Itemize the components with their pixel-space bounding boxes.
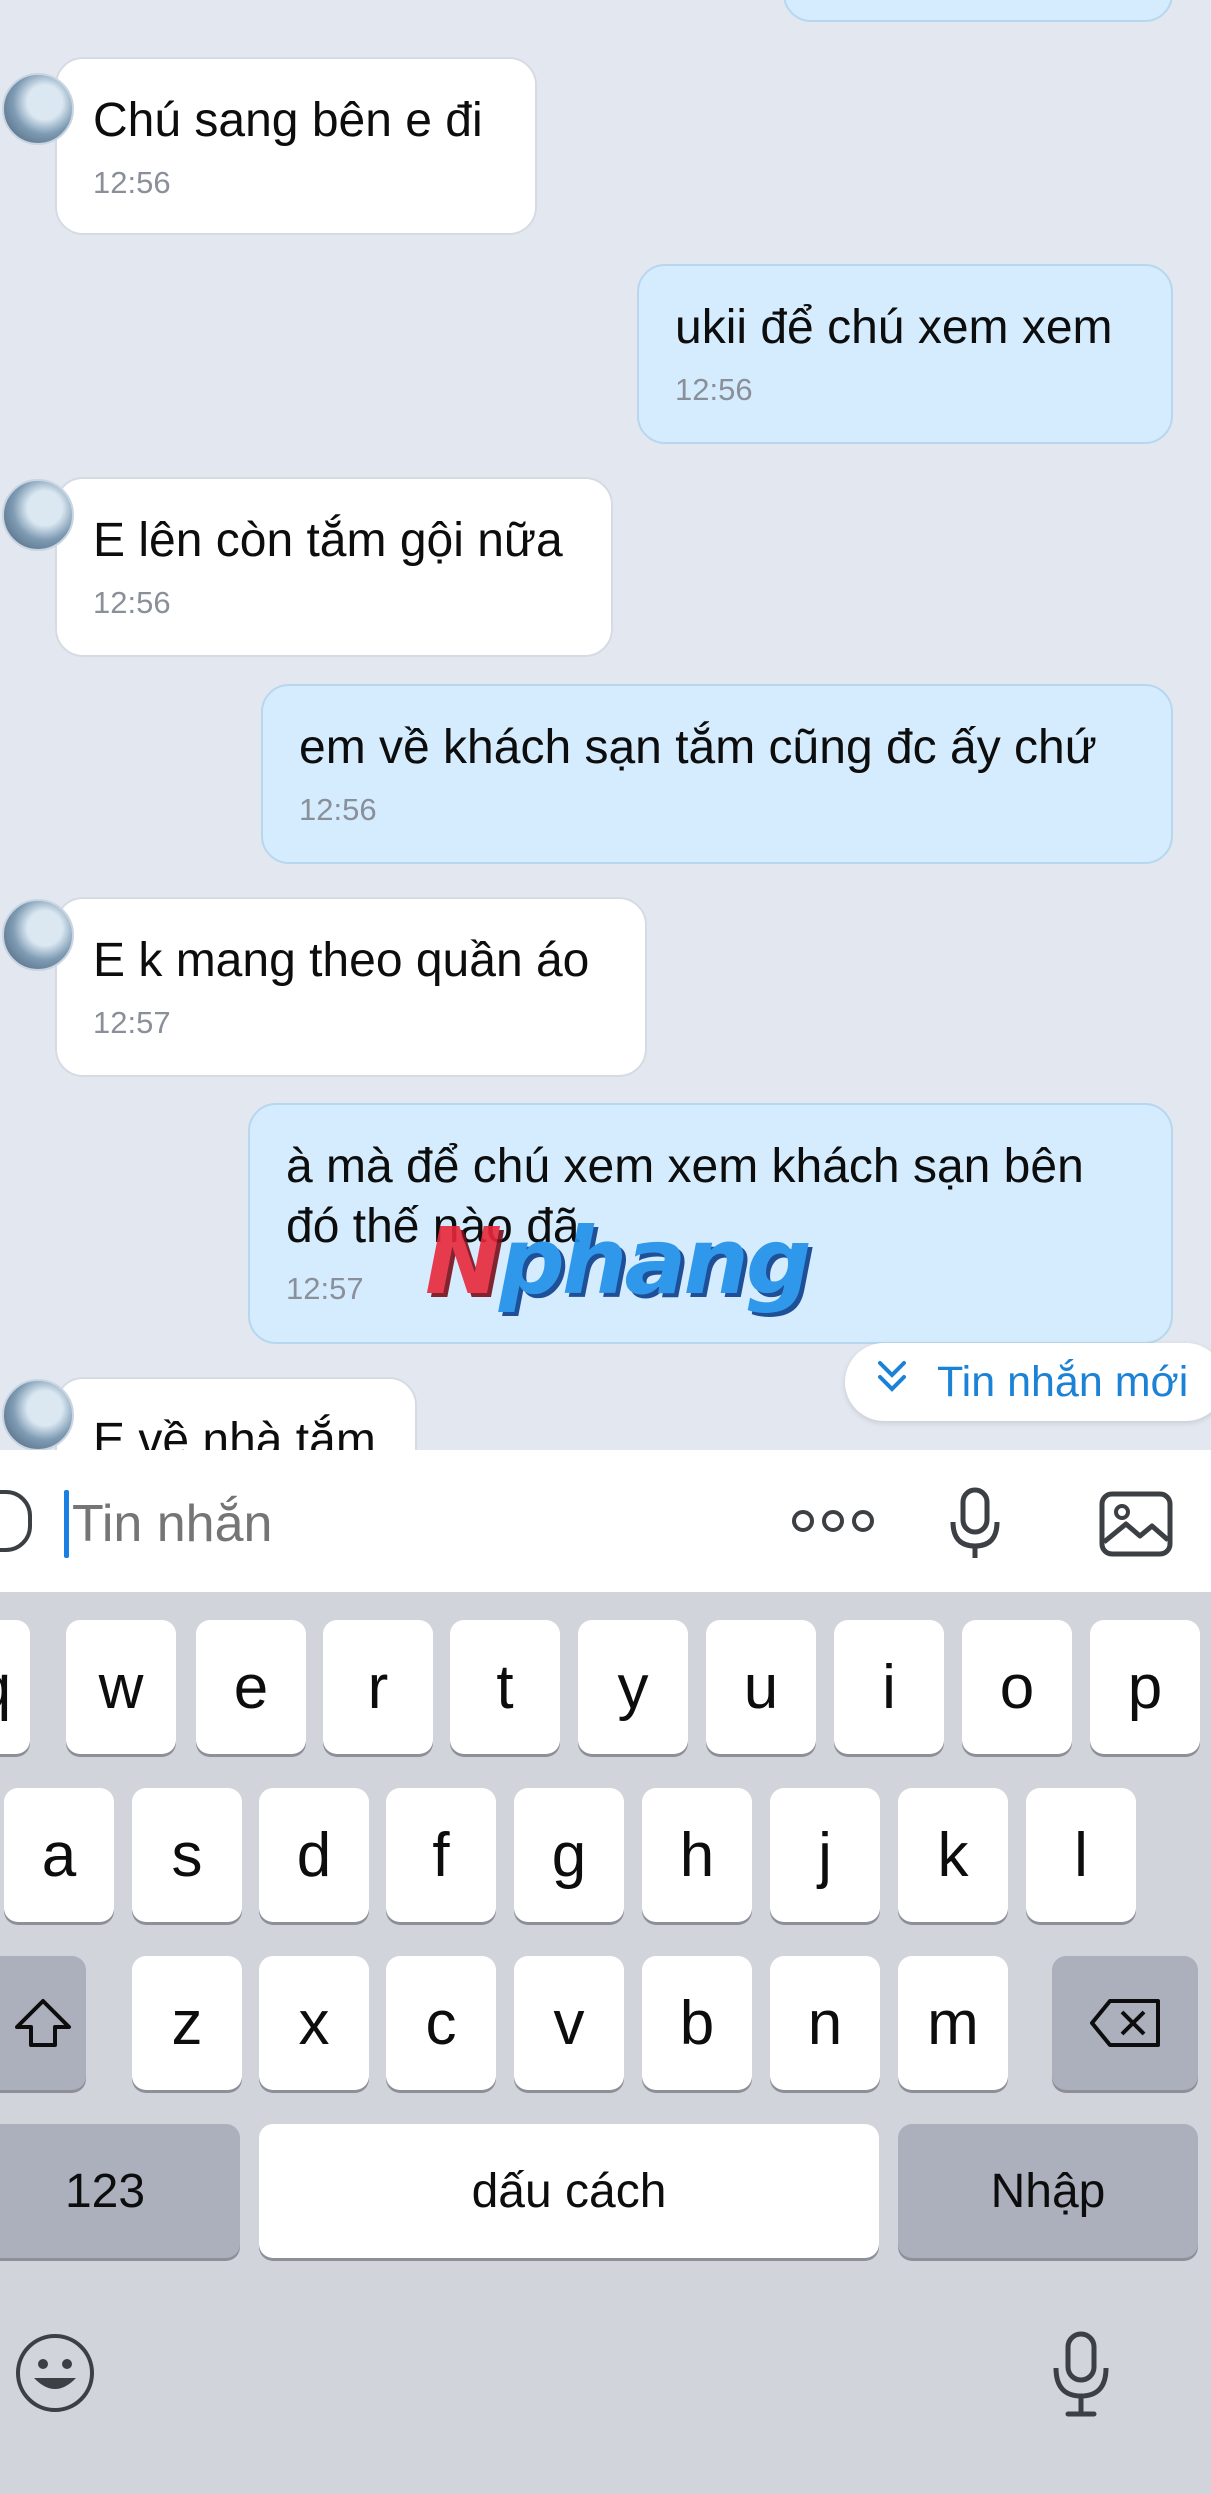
message-time: 12:56: [675, 372, 753, 407]
key-g[interactable]: g: [514, 1788, 624, 1922]
microphone-icon[interactable]: [945, 1486, 1005, 1567]
message-text: Chú sang bên e đi: [93, 94, 483, 147]
image-gallery-icon[interactable]: [1098, 1490, 1174, 1563]
key-c[interactable]: c: [386, 1956, 496, 2090]
message-text: em về khách sạn tắm cũng đc ấy chứ: [299, 721, 1097, 774]
contact-avatar[interactable]: [2, 899, 74, 971]
backspace-key[interactable]: [1052, 1956, 1198, 2090]
new-messages-label: Tin nhắn mới: [937, 1357, 1189, 1406]
key-j[interactable]: j: [770, 1788, 880, 1922]
numbers-key[interactable]: 123: [0, 2124, 240, 2258]
key-x[interactable]: x: [259, 1956, 369, 2090]
message-outgoing[interactable]: em về khách sạn tắm cũng đc ấy chứ 12:56: [261, 684, 1173, 864]
key-i[interactable]: i: [834, 1620, 944, 1754]
message-text: E về nhà tắm: [93, 1414, 376, 1450]
key-h[interactable]: h: [642, 1788, 752, 1922]
backspace-icon: [1090, 1999, 1160, 2047]
key-s[interactable]: s: [132, 1788, 242, 1922]
key-p[interactable]: p: [1090, 1620, 1200, 1754]
key-u[interactable]: u: [706, 1620, 816, 1754]
return-key[interactable]: Nhập: [898, 2124, 1198, 2258]
new-messages-button[interactable]: Tin nhắn mới: [845, 1343, 1211, 1421]
key-k[interactable]: k: [898, 1788, 1008, 1922]
key-y[interactable]: y: [578, 1620, 688, 1754]
message-text-line-1: à mà để chú xem xem khách sạn bên: [286, 1140, 1084, 1193]
contact-avatar[interactable]: [2, 1379, 74, 1450]
key-a[interactable]: a: [4, 1788, 114, 1922]
message-time: 12:56: [93, 165, 171, 200]
message-outgoing[interactable]: ukii để chú xem xem 12:56: [637, 264, 1173, 444]
key-v[interactable]: v: [514, 1956, 624, 2090]
key-e[interactable]: e: [196, 1620, 306, 1754]
sticker-icon[interactable]: [0, 1490, 32, 1552]
message-input-bar: [0, 1450, 1211, 1593]
message-text: E lên còn tắm gội nữa: [93, 514, 563, 567]
watermark-logo: Nphang: [425, 1208, 812, 1315]
message-time: 12:56: [93, 585, 171, 620]
contact-avatar[interactable]: [2, 73, 74, 145]
message-input[interactable]: [72, 1490, 752, 1558]
contact-avatar[interactable]: [2, 479, 74, 551]
message-incoming[interactable]: E về nhà tắm: [2, 1377, 417, 1450]
message-time: 12:57: [93, 1005, 171, 1040]
dictation-microphone-icon[interactable]: [1050, 2330, 1112, 2425]
key-r[interactable]: r: [323, 1620, 433, 1754]
key-l[interactable]: l: [1026, 1788, 1136, 1922]
shift-key[interactable]: [0, 1956, 86, 2090]
message-incoming[interactable]: Chú sang bên e đi 12:56: [2, 57, 537, 235]
message-time: 12:56: [299, 792, 377, 827]
key-n[interactable]: n: [770, 1956, 880, 2090]
keyboard: q w e r t y u i o p a s d f g h j k l z …: [0, 1592, 1211, 2494]
shift-icon: [15, 1999, 71, 2047]
key-m[interactable]: m: [898, 1956, 1008, 2090]
message-text: E k mang theo quần áo: [93, 934, 590, 987]
key-b[interactable]: b: [642, 1956, 752, 2090]
key-o[interactable]: o: [962, 1620, 1072, 1754]
message-text: ukii để chú xem xem: [675, 301, 1113, 354]
message-incoming[interactable]: E k mang theo quần áo 12:57: [2, 897, 647, 1077]
key-w[interactable]: w: [66, 1620, 176, 1754]
key-d[interactable]: d: [259, 1788, 369, 1922]
key-t[interactable]: t: [450, 1620, 560, 1754]
emoji-icon[interactable]: [14, 2332, 96, 2419]
key-f[interactable]: f: [386, 1788, 496, 1922]
double-chevron-down-icon: [875, 1359, 915, 1405]
key-z[interactable]: z: [132, 1956, 242, 2090]
more-options-icon[interactable]: [792, 1510, 874, 1532]
space-key[interactable]: dấu cách: [259, 2124, 879, 2258]
message-outgoing-partial[interactable]: [783, 0, 1173, 22]
message-incoming[interactable]: E lên còn tắm gội nữa 12:56: [2, 477, 613, 657]
key-q[interactable]: q: [0, 1620, 30, 1754]
chat-area[interactable]: Chú sang bên e đi 12:56 ukii để chú xem …: [0, 0, 1211, 1450]
text-cursor: [64, 1490, 69, 1558]
